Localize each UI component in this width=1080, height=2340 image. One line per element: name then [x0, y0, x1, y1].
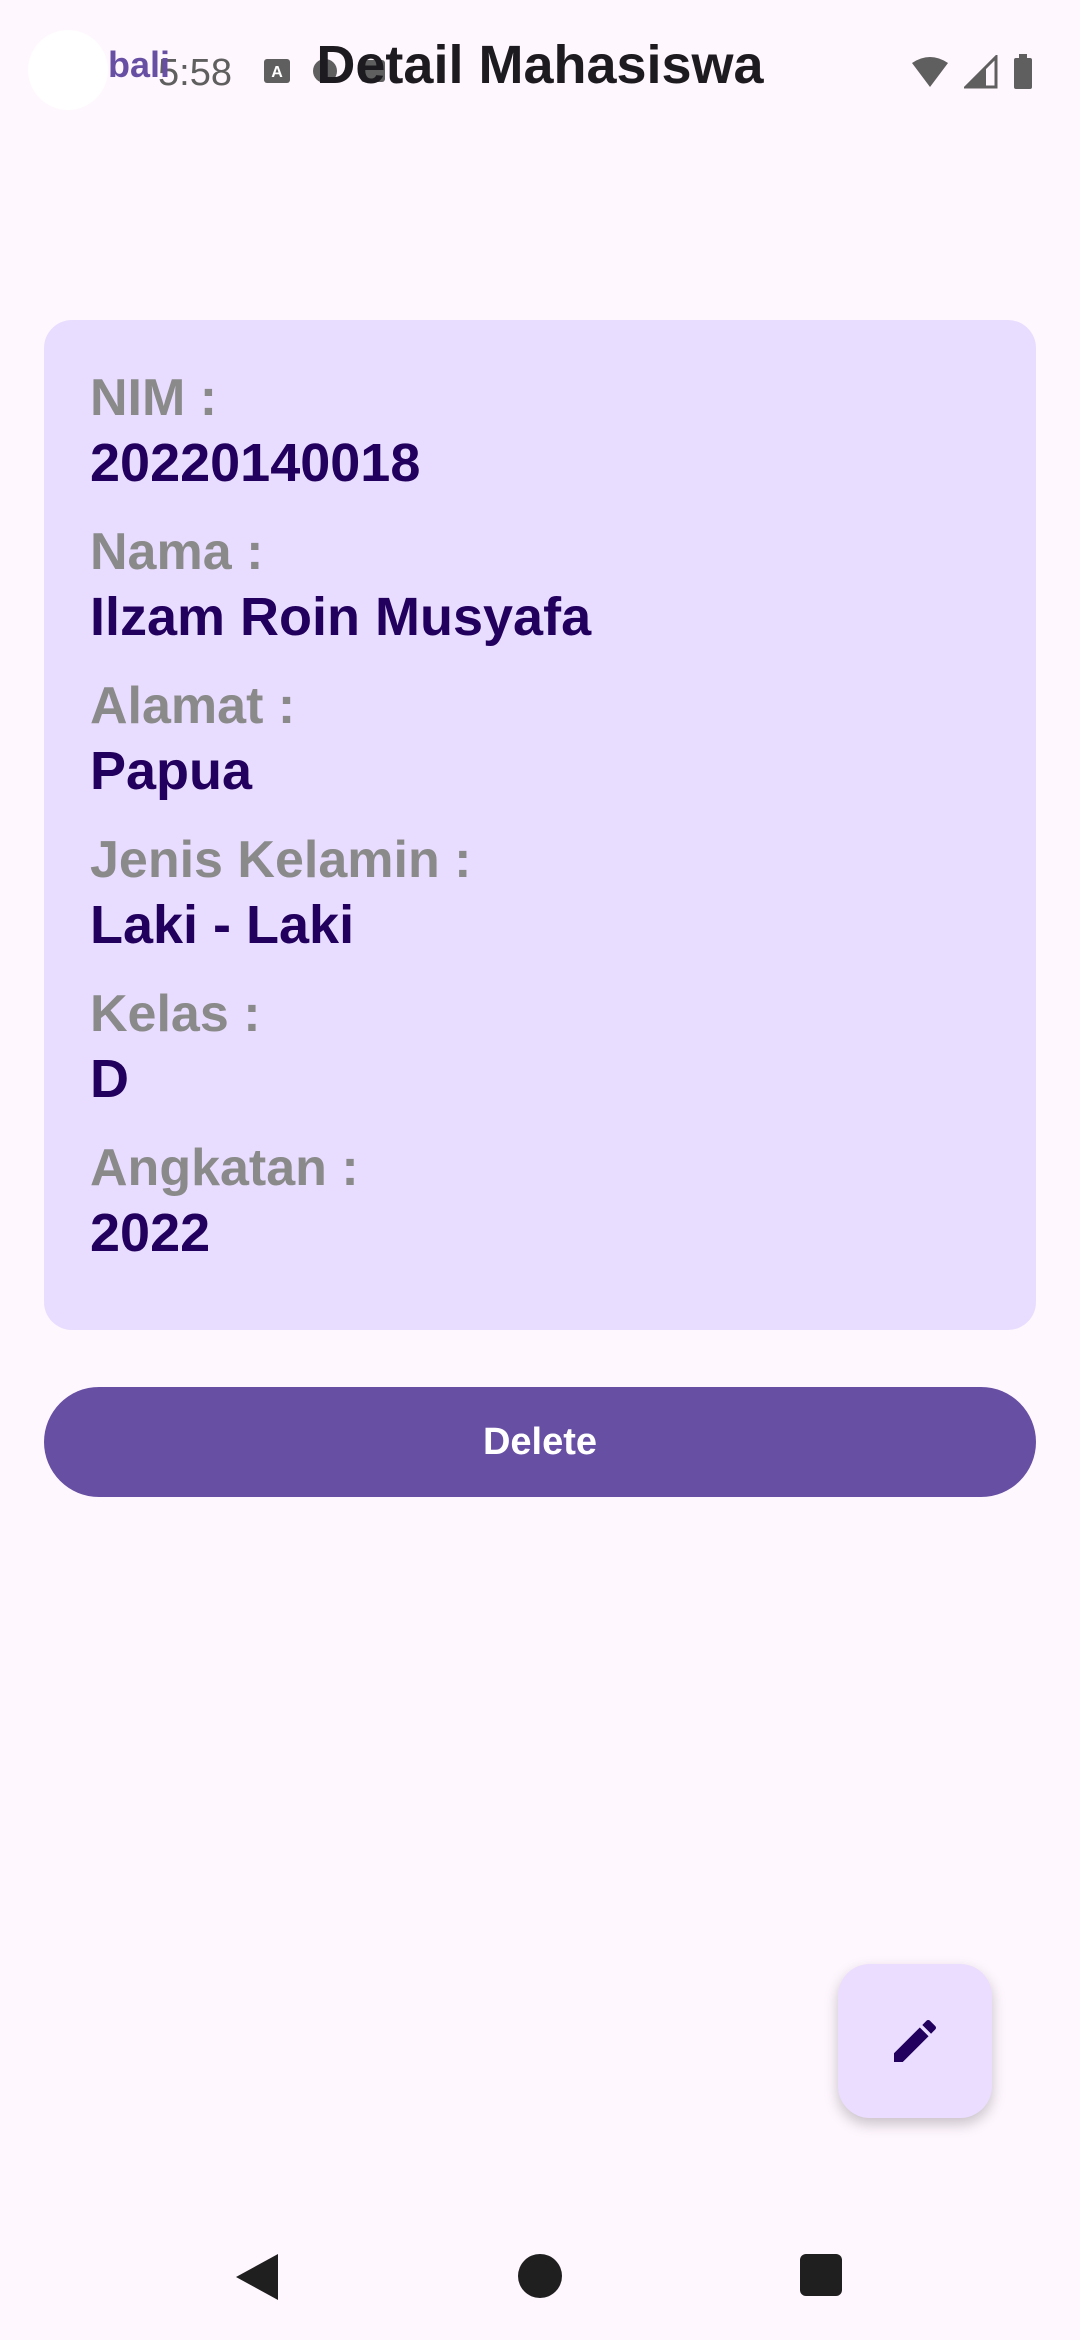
field-label: Alamat :	[90, 677, 296, 735]
field-nim: NIM : 20220140018	[90, 366, 990, 496]
field-value: Ilzam Roin Musyafa	[90, 587, 592, 647]
field-value: D	[90, 1049, 129, 1109]
edit-fab-button[interactable]	[838, 1964, 992, 2118]
field-alamat: Alamat : Papua	[90, 674, 990, 804]
field-angkatan: Angkatan : 2022	[90, 1136, 990, 1266]
home-circle-icon[interactable]	[518, 2254, 562, 2298]
page-title: Detail Mahasiswa	[316, 35, 764, 95]
field-label: Jenis Kelamin :	[90, 831, 472, 889]
detail-screen: 5:58 A bali Detail Mahasiswa NIM: 20220…	[0, 0, 1080, 2340]
field-kelas: Kelas : D	[90, 982, 990, 1112]
field-value: 20220140018	[90, 433, 421, 493]
delete-button[interactable]: Delete	[44, 1387, 1036, 1497]
field-label: Nama :	[90, 523, 264, 581]
field-label: Kelas :	[90, 985, 261, 1043]
field-label: Angkatan :	[90, 1139, 359, 1197]
field-value: Laki - Laki	[90, 895, 355, 955]
edit-icon	[894, 2019, 937, 2062]
field-label: NIM :	[90, 369, 218, 427]
field-nama: Nama : Ilzam Roin Musyafa	[90, 520, 990, 650]
back-triangle-icon[interactable]	[234, 2252, 280, 2302]
field-jenis-kelamin: Jenis Kelamin : Laki - Laki	[90, 828, 990, 958]
recents-square-icon[interactable]	[800, 2254, 842, 2296]
system-nav-bar	[0, 2210, 1080, 2340]
field-value: Papua	[90, 741, 253, 801]
student-detail-card: NIM : 20220140018 Nama : Ilzam Roin Musy…	[44, 320, 1036, 1330]
field-value: 2022	[90, 1203, 211, 1263]
